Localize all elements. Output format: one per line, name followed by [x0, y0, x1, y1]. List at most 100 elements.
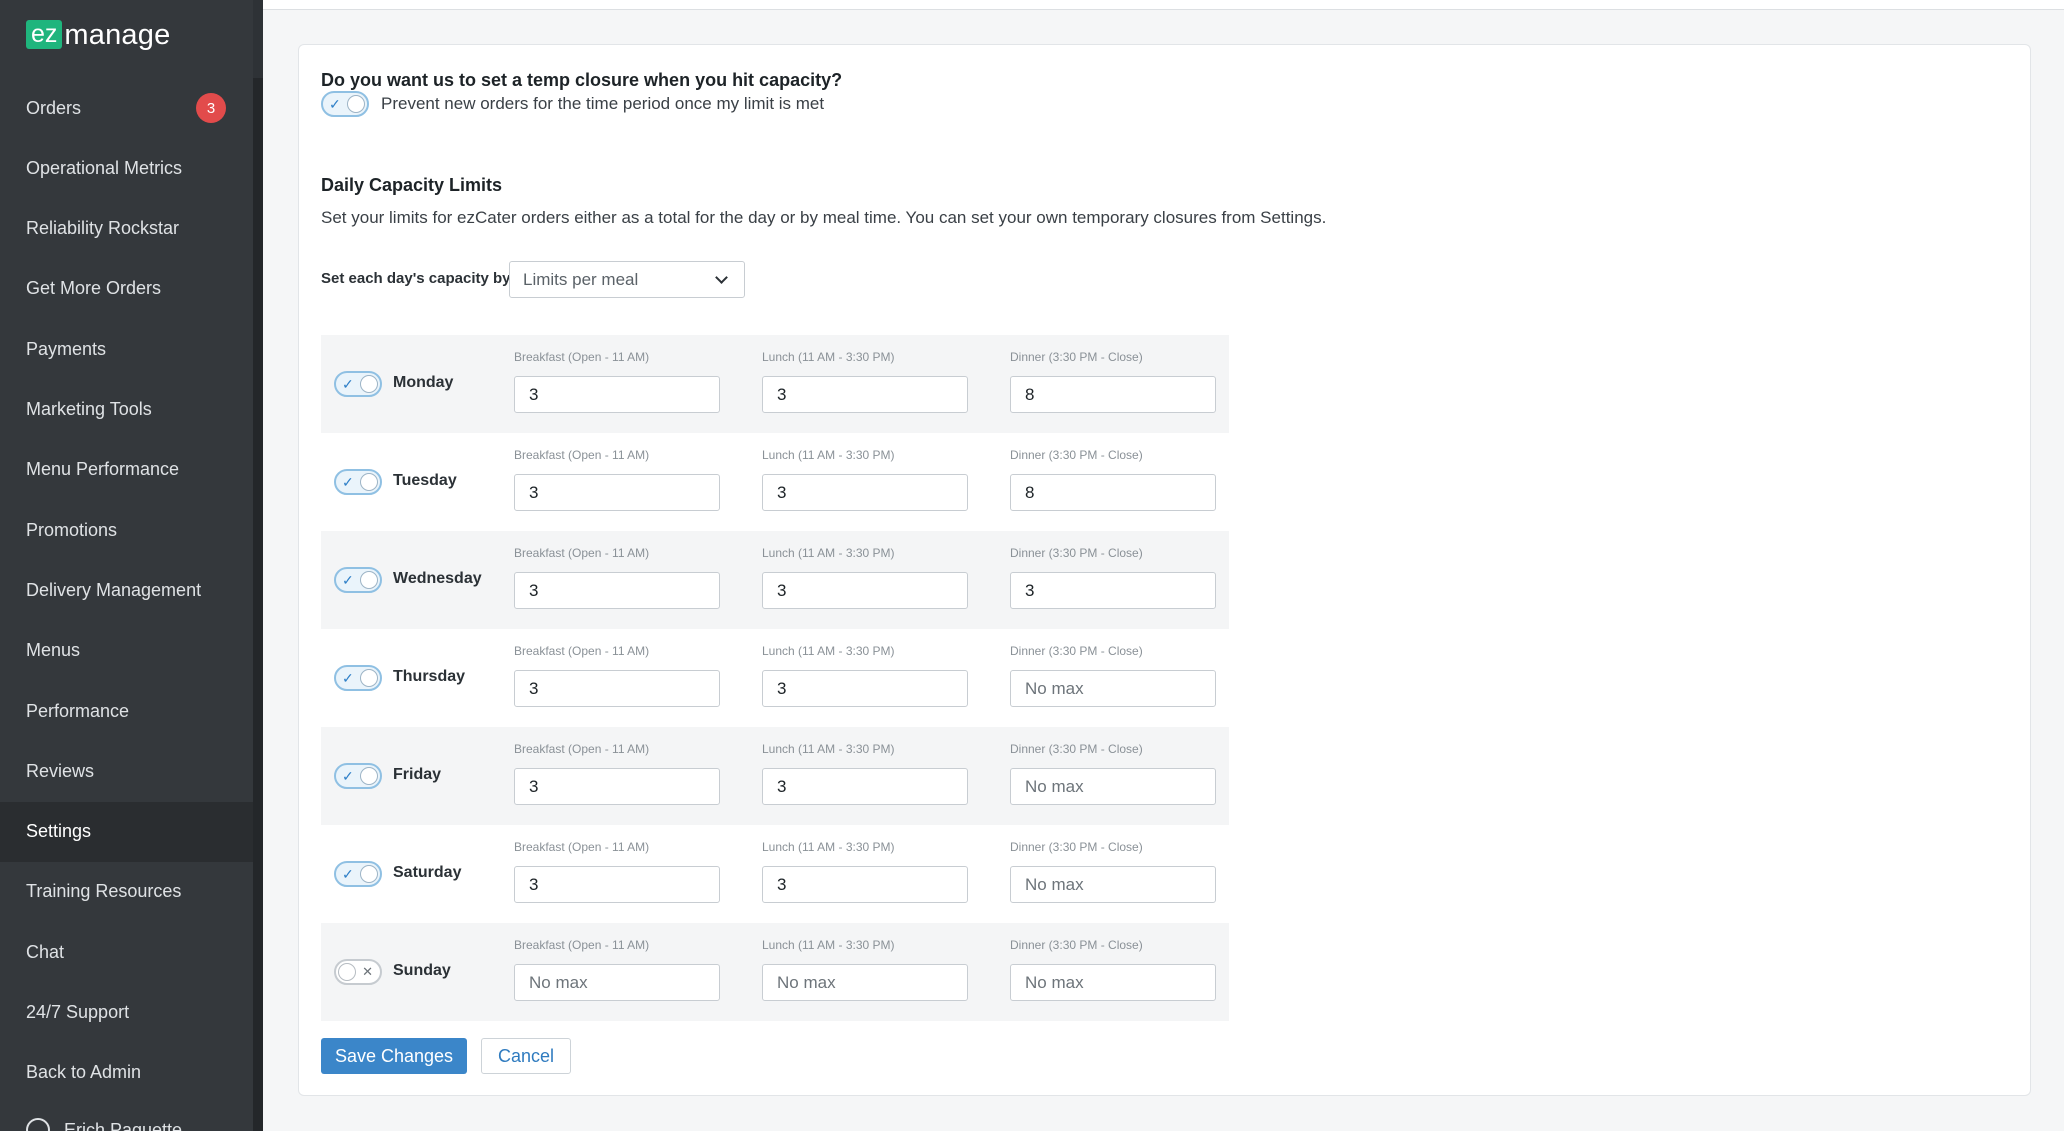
toggle-knob — [360, 865, 378, 883]
day-row-monday: ✓ Monday Breakfast (Open - 11 AM) 3 Lunch (1… — [321, 335, 1229, 433]
day-toggle-monday[interactable]: ✓ — [334, 371, 382, 397]
breakfast-limit-input[interactable]: 3 — [514, 768, 720, 805]
check-icon: ✓ — [329, 96, 341, 112]
sidebar-item-reliability-rockstar[interactable]: Reliability Rockstar — [0, 199, 253, 259]
dinner-label: Dinner (3:30 PM - Close) — [1010, 350, 1143, 364]
day-toggle-saturday[interactable]: ✓ — [334, 861, 382, 887]
sidebar-item-settings[interactable]: Settings — [0, 801, 253, 862]
breakfast-limit-input[interactable]: 3 — [514, 474, 720, 511]
day-toggle-tuesday[interactable]: ✓ — [334, 469, 382, 495]
lunch-limit-input[interactable]: 3 — [762, 572, 968, 609]
dinner-label: Dinner (3:30 PM - Close) — [1010, 448, 1143, 462]
day-row-wednesday: ✓ Wednesday Breakfast (Open - 11 AM) 3 Lunch… — [321, 531, 1229, 629]
user-circle-icon — [26, 1118, 50, 1131]
day-row-tuesday: ✓ Tuesday Breakfast (Open - 11 AM) 3 Lunch (… — [321, 433, 1229, 531]
sidebar-item-label: Promotions — [26, 519, 118, 540]
check-icon: ✓ — [342, 768, 354, 784]
sidebar-item-marketing-tools[interactable]: Marketing Tools — [0, 380, 253, 440]
user-menu[interactable]: Erich Paquette — [26, 1118, 182, 1131]
top-bar — [263, 0, 2064, 10]
sidebar-item-label: Payments — [26, 338, 107, 359]
sidebar-item-get-more-orders[interactable]: Get More Orders — [0, 259, 253, 319]
lunch-limit-input[interactable]: 3 — [762, 376, 968, 413]
lunch-label: Lunch (11 AM - 3:30 PM) — [762, 350, 895, 364]
ezmanage-logo[interactable]: ez manage — [26, 20, 170, 49]
day-row-thursday: ✓ Thursday Breakfast (Open - 11 AM) 3 Lunch … — [321, 629, 1229, 727]
breakfast-label: Breakfast (Open - 11 AM) — [514, 350, 650, 364]
temp-closure-toggle[interactable]: ✓ — [321, 91, 369, 117]
day-name: Tuesday — [393, 472, 457, 489]
capacity-by-select[interactable]: Limits per meal — [509, 261, 745, 298]
cancel-button[interactable]: Cancel — [481, 1038, 571, 1074]
toggle-knob — [360, 767, 378, 785]
lunch-label: Lunch (11 AM - 3:30 PM) — [762, 546, 895, 560]
breakfast-limit-input[interactable]: 3 — [514, 866, 720, 903]
sidebar-item-label: Back to Admin — [26, 1062, 142, 1083]
sidebar-item-label: Chat — [26, 941, 65, 962]
dinner-limit-input[interactable]: 3 — [1010, 572, 1216, 609]
lunch-limit-input[interactable]: No max — [762, 964, 968, 1001]
toggle-knob — [360, 375, 378, 393]
sidebar-item-label: Operational Metrics — [26, 157, 183, 178]
day-toggle-friday[interactable]: ✓ — [334, 763, 382, 789]
day-name: Saturday — [393, 864, 462, 881]
dinner-limit-input[interactable]: No max — [1010, 670, 1216, 707]
sidebar-item-operational-metrics[interactable]: Operational Metrics — [0, 138, 253, 198]
dinner-limit-input[interactable]: No max — [1010, 964, 1216, 1001]
day-toggle-sunday[interactable]: ✕ — [334, 959, 382, 985]
sidebar-item-menus[interactable]: Menus — [0, 621, 253, 681]
day-toggle-wednesday[interactable]: ✓ — [334, 567, 382, 593]
dinner-limit-input[interactable]: 8 — [1010, 376, 1216, 413]
breakfast-limit-input[interactable]: 3 — [514, 670, 720, 707]
day-toggle-thursday[interactable]: ✓ — [334, 665, 382, 691]
breakfast-limit-input[interactable]: 3 — [514, 572, 720, 609]
day-name: Wednesday — [393, 570, 482, 587]
sidebar-item-label: Menu Performance — [26, 459, 180, 480]
sidebar-item-back-to-admin[interactable]: Back to Admin — [0, 1043, 253, 1103]
save-changes-button[interactable]: Save Changes — [321, 1038, 467, 1074]
sidebar-item-chat[interactable]: Chat — [0, 922, 253, 982]
lunch-limit-input[interactable]: 3 — [762, 670, 968, 707]
day-name: Friday — [393, 766, 442, 783]
user-name: Erich Paquette — [64, 1119, 183, 1131]
sidebar-item-orders[interactable]: Orders 3 — [0, 78, 253, 138]
dinner-label: Dinner (3:30 PM - Close) — [1010, 938, 1143, 952]
lunch-limit-input[interactable]: 3 — [762, 474, 968, 511]
lunch-limit-input[interactable]: 3 — [762, 768, 968, 805]
sidebar-item-reviews[interactable]: Reviews — [0, 741, 253, 801]
dinner-limit-input[interactable]: No max — [1010, 768, 1216, 805]
sidebar-item-label: Reviews — [26, 760, 95, 781]
dinner-limit-input[interactable]: No max — [1010, 866, 1216, 903]
sidebar-item-menu-performance[interactable]: Menu Performance — [0, 440, 253, 500]
dinner-label: Dinner (3:30 PM - Close) — [1010, 742, 1143, 756]
logo-ez-mark: ez — [26, 20, 63, 49]
sidebar-item-payments[interactable]: Payments — [0, 319, 253, 379]
sidebar-item-performance[interactable]: Performance — [0, 681, 253, 741]
dinner-limit-input[interactable]: 8 — [1010, 474, 1216, 511]
sidebar-item-label: Marketing Tools — [26, 399, 152, 419]
day-row-sunday: ✕ Sunday Breakfast (Open - 11 AM) No max Lun… — [321, 923, 1229, 1021]
daily-capacity-description: Set your limits for ezCater orders eithe… — [321, 208, 1327, 227]
sidebar-item-24-7-support[interactable]: 24/7 Support — [0, 983, 253, 1043]
toggle-knob — [338, 963, 356, 981]
breakfast-limit-input[interactable]: 3 — [514, 376, 720, 413]
breakfast-limit-input[interactable]: No max — [514, 964, 720, 1001]
lunch-label: Lunch (11 AM - 3:30 PM) — [762, 840, 895, 854]
sidebar-scrollbar[interactable] — [253, 78, 263, 1131]
breakfast-label: Breakfast (Open - 11 AM) — [514, 448, 650, 462]
breakfast-label: Breakfast (Open - 11 AM) — [514, 644, 650, 658]
day-name: Thursday — [393, 668, 466, 685]
temp-closure-label: Prevent new orders for the time period o… — [381, 94, 825, 113]
check-icon: ✓ — [342, 474, 354, 490]
lunch-limit-input[interactable]: 3 — [762, 866, 968, 903]
sidebar-item-training-resources[interactable]: Training Resources — [0, 862, 253, 922]
chevron-down-icon — [715, 271, 728, 284]
toggle-knob — [347, 95, 365, 113]
temp-closure-question: Do you want us to set a temp closure whe… — [321, 70, 843, 90]
sidebar-item-delivery-management[interactable]: Delivery Management — [0, 560, 253, 620]
lunch-label: Lunch (11 AM - 3:30 PM) — [762, 644, 895, 658]
sidebar-item-label: Training Resources — [26, 881, 182, 902]
logo-wordmark: manage — [64, 18, 171, 51]
breakfast-label: Breakfast (Open - 11 AM) — [514, 546, 650, 560]
sidebar-item-promotions[interactable]: Promotions — [0, 500, 253, 560]
